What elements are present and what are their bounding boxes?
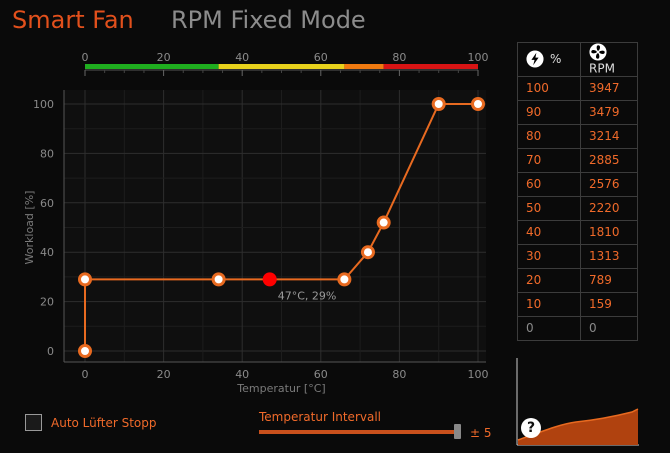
rpm-table-row: 10 159 [517,291,638,317]
temp-bar-segment-3 [383,64,478,69]
fan-curve-point[interactable] [471,97,485,111]
auto-fan-stop-label: Auto Lüfter Stopp [51,415,157,430]
rpm-value-cell: 2885 [580,147,638,173]
rpm-table-row: 100 3947 [517,75,638,101]
fan-curve-point[interactable] [78,344,92,358]
fan-icon [589,43,607,61]
x-tick-label: 100 [468,368,489,381]
rpm-column-header: RPM [580,42,638,77]
rpm-value-cell: 1313 [580,243,638,269]
x-tick-label: 0 [82,368,89,381]
fan-curve-point[interactable] [337,272,352,287]
fan-curve-point[interactable] [431,97,446,111]
temp-bar-tick-label: 20 [157,51,171,64]
y-tick-label: 0 [47,345,54,358]
y-tick-label: 60 [40,197,54,210]
current-temperature-marker [262,272,277,287]
chart-plot-area [64,90,486,362]
rpm-percent-cell: 30 [517,243,581,269]
rpm-value-cell: 2220 [580,195,638,221]
auto-fan-stop-checkbox[interactable] [25,414,42,431]
rpm-value-cell: 3479 [580,99,638,125]
percent-column-header: % [517,42,581,77]
temp-bar-tick-label: 80 [392,51,406,64]
rpm-table-row: 00 [517,315,638,341]
x-tick-label: 20 [157,368,171,381]
rpm-table: % RPM 100 3947 90 3479 80 3214 70 2885 60 2576 50 2… [517,42,638,341]
rpm-value-cell: 2576 [580,171,638,197]
rpm-table-row: 40 1810 [517,219,638,245]
rpm-value-cell: 1810 [580,219,638,245]
rpm-percent-cell: 90 [517,99,581,125]
y-tick-label: 80 [40,147,54,160]
temperature-interval-value: ± 5 [470,426,492,440]
auto-fan-stop-toggle[interactable]: Auto Lüfter Stopp [25,414,157,431]
rpm-table-row: 70 2885 [517,147,638,173]
rpm-value-cell: 789 [580,267,638,293]
y-tick-label: 40 [40,246,54,259]
rpm-percent-cell: 40 [517,219,581,245]
rpm-value-cell: 3947 [580,75,638,101]
rpm-table-row: 50 2220 [517,195,638,221]
x-tick-label: 60 [314,368,328,381]
fan-curve-point[interactable] [376,215,391,230]
fan-curve-point[interactable] [211,272,226,287]
temp-bar-tick-label: 40 [235,51,249,64]
rpm-percent-cell: 10 [517,291,581,317]
temp-bar-segment-0 [85,64,219,69]
help-icon[interactable]: ? [521,418,541,438]
rpm-table-header: % RPM [517,42,638,77]
fan-curve-chart[interactable]: 0 20 40 60 80 100 0 20 40 60 80 100 0 20 40 60 80 100 Temp… [0,0,510,400]
rpm-table-row: 80 3214 [517,123,638,149]
rpm-percent-cell: 80 [517,123,581,149]
rpm-table-row: 30 1313 [517,243,638,269]
temp-bar-tick-label: 60 [314,51,328,64]
x-tick-label: 80 [392,368,406,381]
rpm-table-row: 60 2576 [517,171,638,197]
y-tick-label: 100 [33,98,54,111]
temperature-interval-label: Temperatur Intervall [259,410,381,424]
x-tick-label: 40 [235,368,249,381]
lightning-icon [526,50,544,68]
temp-bar-segment-2 [344,64,384,69]
fan-curve-point[interactable] [360,245,375,260]
rpm-percent-cell: 100 [517,75,581,101]
rpm-table-row: 90 3479 [517,99,638,125]
temperature-interval-slider-thumb[interactable] [454,424,461,439]
temperature-interval-slider[interactable] [259,430,455,434]
x-axis-title: Temperatur [°C] [236,382,325,395]
temp-bar-tick-label: 100 [468,51,489,64]
rpm-percent-cell: 70 [517,147,581,173]
fan-curve-point[interactable] [78,272,92,287]
rpm-value-cell: 159 [580,291,638,317]
rpm-percent-cell: 60 [517,171,581,197]
rpm-table-row: 20 789 [517,267,638,293]
temp-bar-segment-1 [218,64,345,69]
temp-bar-tick-label: 0 [82,51,89,64]
y-tick-label: 20 [40,296,54,309]
y-axis-title: Workload [%] [23,191,36,265]
rpm-value-cell: 3214 [580,123,638,149]
rpm-percent-cell: 50 [517,195,581,221]
rpm-percent-cell: 20 [517,267,581,293]
rpm-value-cell: 0 [580,315,638,341]
rpm-percent-cell: 0 [517,315,581,341]
current-temperature-label: 47°C, 29% [278,289,337,302]
